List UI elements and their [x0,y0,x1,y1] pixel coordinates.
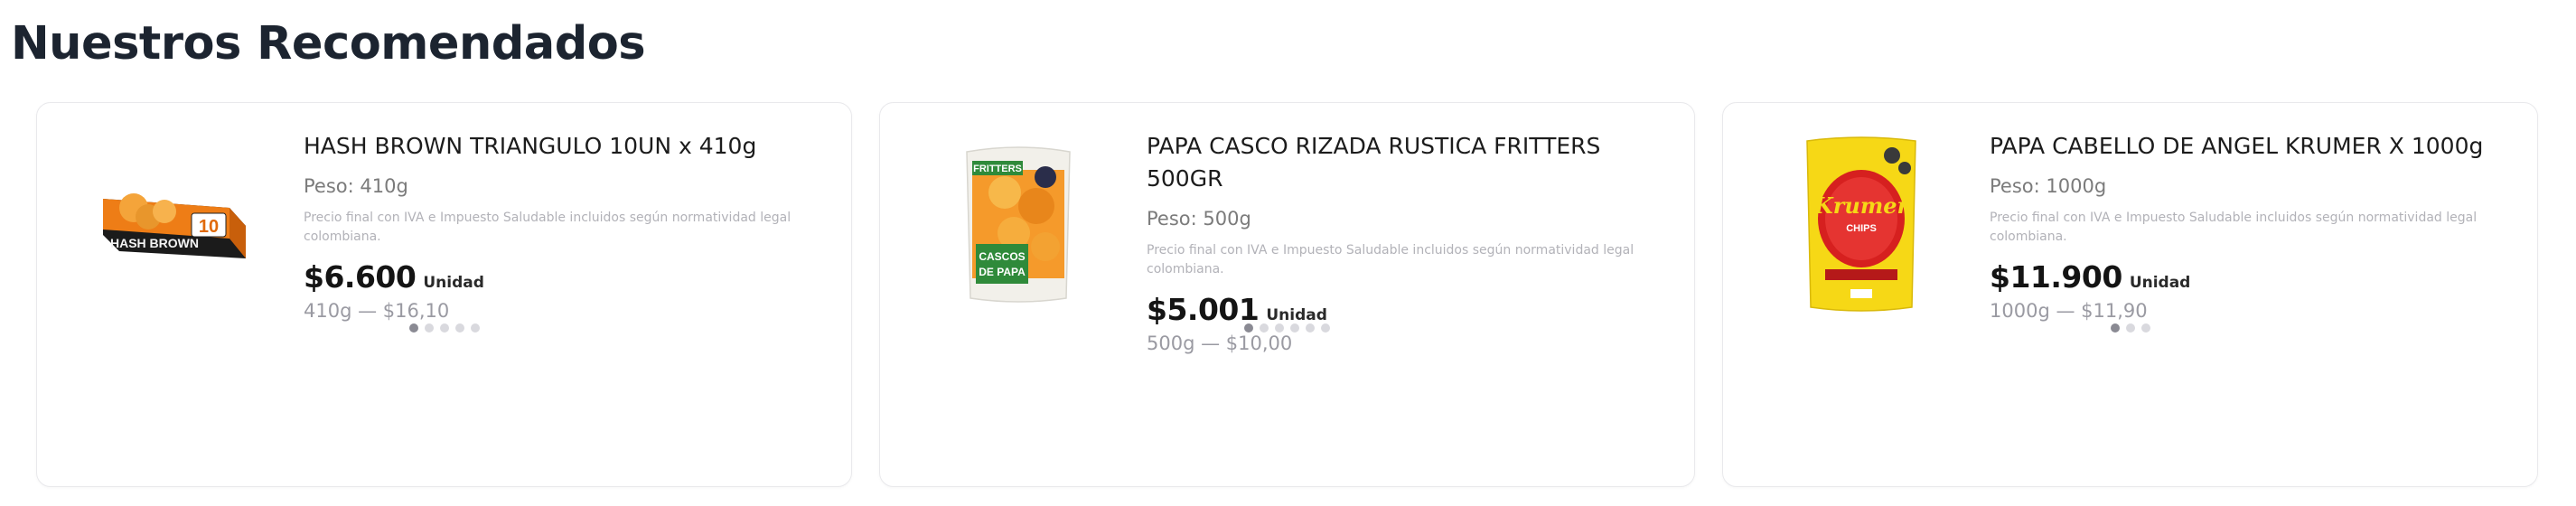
carousel-dot[interactable] [2125,323,2135,333]
product-image[interactable]: Krumer CHIPS [1759,134,1963,314]
carousel-dot[interactable] [424,323,434,333]
box-brand-label: HASH BROWN [110,236,199,250]
product-info: PAPA CASCO RIZADA RUSTICA FRITTERS 500GR… [1147,130,1671,354]
bag-brand-label: Krumer [1813,192,1911,219]
unit-price: 500g — $10,00 [1147,333,1293,354]
bag-brand-label: FRITTERS [973,164,1022,174]
price-unit: Unidad [1266,306,1327,324]
product-name[interactable]: PAPA CASCO RIZADA RUSTICA FRITTERS 500GR [1147,130,1671,195]
krumer-bag-icon: Krumer CHIPS [1806,136,1916,312]
product-name[interactable]: HASH BROWN TRIANGULO 10UN x 410g [304,130,828,163]
product-info: PAPA CABELLO DE ANGEL KRUMER X 1000g Pes… [1990,130,2514,322]
price-unit: Unidad [2129,274,2191,292]
carousel-dots [37,323,851,333]
price-unit: Unidad [423,274,484,292]
price-row: $11.900 Unidad [1990,259,2514,295]
product-card[interactable]: FRITTERS CASCOS DE PAPA PAPA CASCO RIZAD… [879,102,1695,487]
unit-price: 410g — $16,10 [304,300,450,322]
product-price: $6.600 [304,259,417,295]
carousel-dot[interactable] [2140,323,2150,333]
price-legal-note: Precio final con IVA e Impuesto Saludabl… [1990,211,2478,244]
section-title: Nuestros Recomendados [11,17,646,70]
price-row: $6.600 Unidad [304,259,828,295]
hash-brown-box-icon: 10 HASH BROWN [103,193,246,258]
box-count-label: 10 [199,217,219,237]
product-info: HASH BROWN TRIANGULO 10UN x 410g Peso: 4… [304,130,828,322]
carousel-dot[interactable] [439,323,449,333]
product-price: $11.900 [1990,259,2122,295]
product-weight: Peso: 500g [1147,208,1251,230]
bag-line2-label: DE PAPA [979,266,1026,278]
product-weight: Peso: 410g [304,175,408,197]
carousel-dot[interactable] [470,323,480,333]
product-image[interactable]: 10 HASH BROWN [73,134,277,314]
bag-line1-label: CASCOS [979,250,1025,263]
unit-price: 1000g — $11,90 [1990,300,2148,322]
product-price: $5.001 [1147,292,1260,327]
fritters-bag-icon: FRITTERS CASCOS DE PAPA [966,146,1071,303]
product-card[interactable]: 10 HASH BROWN HASH BROWN TRIANGULO 10UN … [36,102,852,487]
carousel-dot[interactable] [408,323,418,333]
product-image[interactable]: FRITTERS CASCOS DE PAPA [916,134,1120,314]
carousel-dot[interactable] [454,323,464,333]
price-legal-note: Precio final con IVA e Impuesto Saludabl… [1147,243,1635,276]
carousel-dot[interactable] [2110,323,2120,333]
product-name[interactable]: PAPA CABELLO DE ANGEL KRUMER X 1000g [1990,130,2514,163]
product-weight: Peso: 1000g [1990,175,2107,197]
carousel-dots [1723,323,2537,333]
bag-sub-label: CHIPS [1846,223,1877,234]
product-card[interactable]: Krumer CHIPS PAPA CABELLO DE ANGEL KRUME… [1722,102,2538,487]
price-row: $5.001 Unidad [1147,292,1671,327]
price-legal-note: Precio final con IVA e Impuesto Saludabl… [304,211,792,244]
product-carousel: 10 HASH BROWN HASH BROWN TRIANGULO 10UN … [36,102,2538,487]
